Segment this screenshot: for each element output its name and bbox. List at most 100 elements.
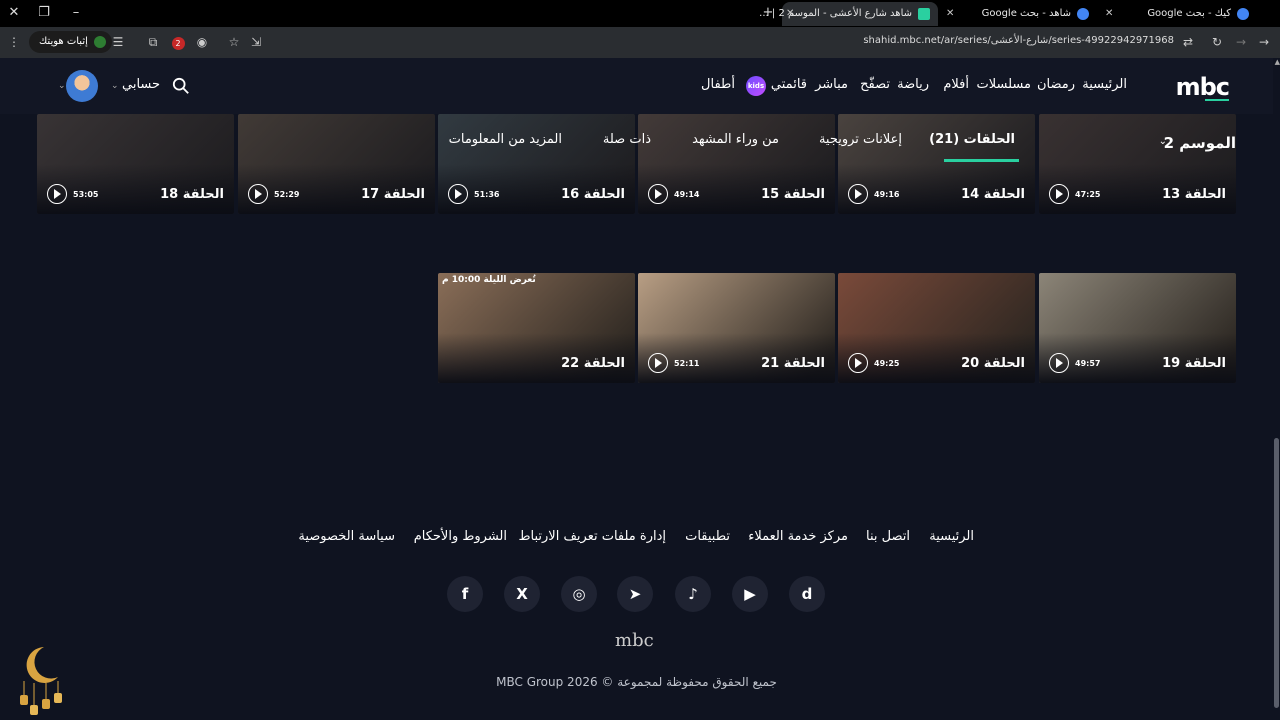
google-icon xyxy=(1077,8,1089,20)
browser-tab-3-active[interactable]: شاهد شارع الأعشى - الموسم 2 | ... ✕ xyxy=(759,2,938,26)
nav-ramadan[interactable]: رمضان xyxy=(1037,77,1075,92)
forward-icon[interactable]: → xyxy=(1233,34,1249,50)
episode-card[interactable]: الحلقة 19 49:57 xyxy=(1039,273,1236,383)
bookmark-star-icon[interactable]: ☆ xyxy=(226,34,242,50)
play-icon[interactable] xyxy=(648,353,668,373)
footer-link-apps[interactable]: تطبيقات xyxy=(685,529,730,544)
extension-icon[interactable]: ◉ xyxy=(194,34,210,50)
play-icon[interactable] xyxy=(1049,184,1069,204)
episode-title: الحلقة 17 xyxy=(361,187,425,202)
browser-tab-bar: ✕ ❐ – كيك - بحث Google ✕ شاهد - بحث Goog… xyxy=(0,0,1280,27)
tab-behind-scenes[interactable]: من وراء المشهد xyxy=(692,132,779,147)
active-tab-indicator xyxy=(944,159,1019,162)
nav-series[interactable]: مسلسلات xyxy=(977,77,1031,92)
episode-card-upcoming[interactable]: تُعرض الليلة 10:00 م الحلقة 22 xyxy=(438,273,635,383)
browser-tab-1[interactable]: كيك - بحث Google ✕ xyxy=(1101,2,1257,26)
nav-home[interactable]: الرئيسية xyxy=(1082,77,1127,92)
site-settings-icon[interactable]: ⇄ xyxy=(1180,34,1196,50)
youtube-icon[interactable]: ▶ xyxy=(732,576,768,612)
footer-link-terms[interactable]: الشروط والأحكام xyxy=(414,529,507,544)
reading-list-icon[interactable]: ☰ xyxy=(110,34,126,50)
footer-link-support[interactable]: مركز خدمة العملاء xyxy=(748,529,848,544)
footer-link-cookies[interactable]: إدارة ملفات تعريف الارتباط xyxy=(518,529,666,544)
tab-episodes[interactable]: الحلقات (21) xyxy=(929,132,1015,147)
nav-movies[interactable]: أفلام xyxy=(943,77,969,92)
play-icon[interactable] xyxy=(448,184,468,204)
tab-close-icon[interactable]: ✕ xyxy=(946,2,954,26)
window-minimize-icon[interactable]: – xyxy=(66,4,86,22)
menu-icon[interactable]: ⋮ xyxy=(6,34,22,50)
episode-title: الحلقة 19 xyxy=(1162,356,1226,371)
verify-identity-button[interactable]: إثبات هويتك xyxy=(29,31,112,53)
episode-card[interactable]: الحلقة 20 49:25 xyxy=(838,273,1035,383)
search-icon[interactable] xyxy=(172,77,190,95)
address-bar[interactable]: shahid.mbc.net/ar/series/شارع-الأعشى/ser… xyxy=(863,35,1174,46)
browser-toolbar: ⋮ إثبات هويتك ☰ ⧉ 2 ◉ ☆ ⇲ shahid.mbc.net… xyxy=(0,27,1280,58)
nav-sports[interactable]: رياضة xyxy=(897,77,929,92)
shahid-page: الحلقة 13 47:25 الحلقة 14 49:16 الحلقة 1… xyxy=(0,58,1280,720)
footer-link-home[interactable]: الرئيسية xyxy=(929,529,974,544)
chevron-down-icon[interactable]: ⌄ xyxy=(58,81,66,91)
episode-duration: 51:36 xyxy=(474,190,500,199)
play-icon[interactable] xyxy=(848,184,868,204)
telegram-icon[interactable]: ➤ xyxy=(617,576,653,612)
episode-duration: 49:14 xyxy=(674,190,700,199)
play-icon[interactable] xyxy=(848,353,868,373)
install-app-icon[interactable]: ⇲ xyxy=(248,34,264,50)
scrollbar-thumb[interactable] xyxy=(1274,438,1279,708)
nav-my-list[interactable]: قائمتي xyxy=(771,77,807,92)
profile-badge-icon[interactable]: 2 xyxy=(170,34,186,50)
tab-related[interactable]: ذات صلة xyxy=(603,132,651,147)
season-selector[interactable]: الموسم 2 xyxy=(1164,134,1236,152)
episode-card[interactable]: الحلقة 21 52:11 xyxy=(638,273,835,383)
window-close-icon[interactable]: ✕ xyxy=(4,4,24,22)
facebook-icon[interactable]: f xyxy=(447,576,483,612)
dailymotion-icon[interactable]: d xyxy=(789,576,825,612)
tiktok-icon[interactable]: ♪ xyxy=(675,576,711,612)
nav-browse[interactable]: تصفّح xyxy=(860,77,890,92)
chevron-down-icon[interactable]: ⌄ xyxy=(111,81,119,91)
window-restore-icon[interactable]: ❐ xyxy=(34,4,54,22)
episode-title: الحلقة 18 xyxy=(160,187,224,202)
episode-card[interactable]: الحلقة 14 49:16 xyxy=(838,114,1035,214)
tab-trailers[interactable]: إعلانات ترويجية xyxy=(819,132,902,147)
episode-card[interactable]: الحلقة 16 51:36 xyxy=(438,114,635,214)
episode-title: الحلقة 16 xyxy=(561,187,625,202)
play-icon[interactable] xyxy=(648,184,668,204)
episode-title: الحلقة 14 xyxy=(961,187,1025,202)
play-icon[interactable] xyxy=(1049,353,1069,373)
episode-duration: 53:05 xyxy=(73,190,99,199)
account-menu[interactable]: حسابي xyxy=(122,77,160,92)
page-scrollbar[interactable]: ▲ xyxy=(1273,58,1280,720)
tab-more-info[interactable]: المزيد من المعلومات xyxy=(449,132,562,147)
play-icon[interactable] xyxy=(47,184,67,204)
x-twitter-icon[interactable]: X xyxy=(504,576,540,612)
episode-title: الحلقة 21 xyxy=(761,356,825,371)
ramadan-lantern-icon xyxy=(20,647,62,715)
episode-title: الحلقة 22 xyxy=(561,356,625,371)
browser-tab-2[interactable]: شاهد - بحث Google ✕ xyxy=(942,2,1097,26)
play-icon[interactable] xyxy=(248,184,268,204)
chevron-down-icon[interactable]: ⌄ xyxy=(1159,136,1167,147)
tab-close-icon[interactable]: ✕ xyxy=(1105,2,1113,26)
footer-link-contact[interactable]: اتصل بنا xyxy=(866,529,910,544)
episode-card[interactable]: الحلقة 18 53:05 xyxy=(37,114,234,214)
new-tab-icon[interactable]: + xyxy=(758,4,778,22)
episode-card[interactable]: الحلقة 15 49:14 xyxy=(638,114,835,214)
nav-live[interactable]: مباشر xyxy=(815,77,848,92)
back-icon[interactable]: → xyxy=(1256,34,1272,50)
footer-link-privacy[interactable]: سياسة الخصوصية xyxy=(298,529,395,544)
reload-icon[interactable]: ↻ xyxy=(1209,34,1225,50)
mbc-logo[interactable]: mbc xyxy=(1176,73,1230,101)
episode-card[interactable]: الحلقة 13 47:25 xyxy=(1039,114,1236,214)
copyright-text: جميع الحقوق محفوظة لمجموعة © MBC Group 2… xyxy=(496,675,777,689)
extensions-icon[interactable]: ⧉ xyxy=(145,34,161,50)
episode-card[interactable]: الحلقة 17 52:29 xyxy=(238,114,435,214)
avatar[interactable] xyxy=(66,70,98,102)
instagram-icon[interactable]: ◎ xyxy=(561,576,597,612)
tab-close-icon[interactable]: ✕ xyxy=(786,2,794,26)
nav-kids[interactable]: أطفال xyxy=(701,77,735,92)
kids-icon[interactable]: kids xyxy=(746,76,766,96)
scroll-up-icon[interactable]: ▲ xyxy=(1275,58,1280,66)
episode-title: الحلقة 15 xyxy=(761,187,825,202)
